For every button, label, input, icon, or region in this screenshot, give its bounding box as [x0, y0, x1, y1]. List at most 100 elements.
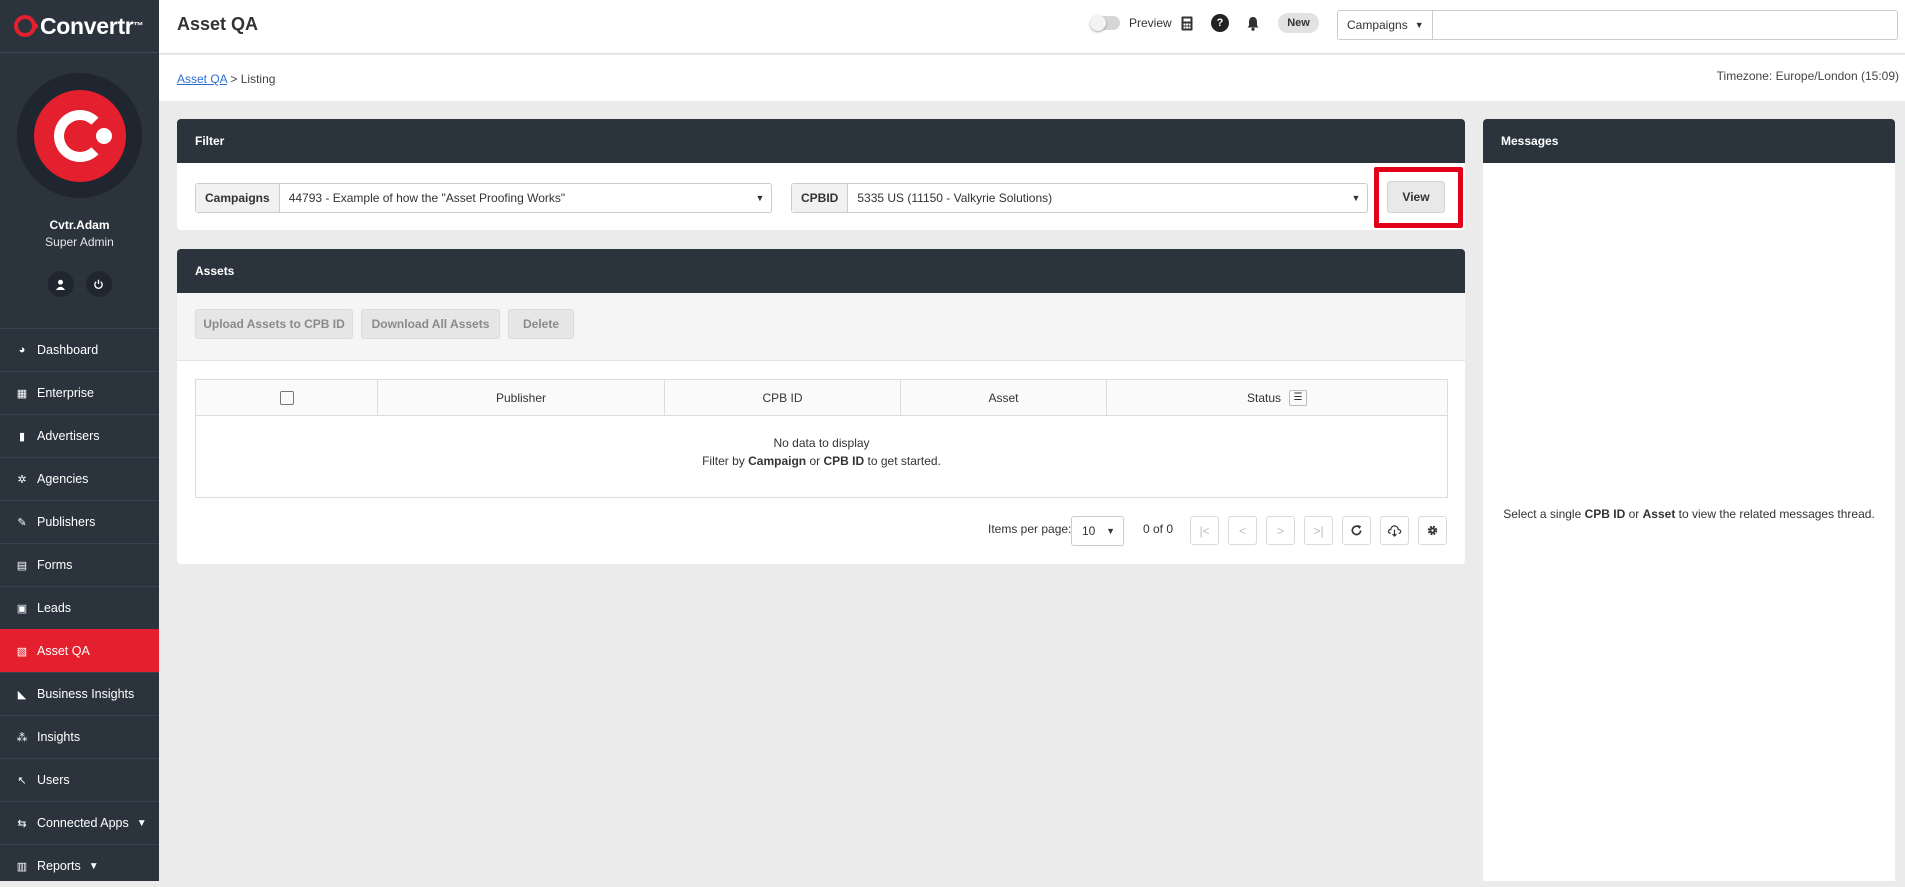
sidebar-item-business-insights[interactable]: ◣ Business Insights [0, 672, 159, 715]
assets-panel: Assets Upload Assets to CPB ID Download … [177, 249, 1465, 564]
view-button[interactable]: View [1387, 181, 1445, 213]
sidebar-item-label: Users [37, 773, 70, 787]
leads-icon: ▣ [16, 602, 28, 615]
sidebar-item-users[interactable]: ↖ Users [0, 758, 159, 801]
building-icon: ▦ [16, 387, 28, 400]
cpbid-select-label: CPBID [792, 184, 849, 212]
breadcrumb-current: Listing [240, 72, 276, 86]
messages-hint-prefix: Select a single [1503, 507, 1582, 521]
sidebar-item-enterprise[interactable]: ▦ Enterprise [0, 371, 159, 414]
settings-button[interactable] [1418, 516, 1447, 545]
sidebar-item-agencies[interactable]: ✲ Agencies [0, 457, 159, 500]
sidebar-item-label: Enterprise [37, 386, 94, 400]
help-icon[interactable]: ? [1211, 14, 1229, 32]
messages-panel: Messages Select a single CPB ID or Asset… [1483, 119, 1895, 881]
caret-down-icon: ▼ [1351, 193, 1361, 203]
cpbid-select[interactable]: CPBID 5335 US (11150 - Valkyrie Solution… [791, 183, 1368, 213]
calculator-button[interactable] [1178, 14, 1196, 32]
sidebar-item-leads[interactable]: ▣ Leads [0, 586, 159, 629]
sidebar-divider [0, 52, 159, 53]
page-range: 0 of 0 [1143, 522, 1174, 536]
chevron-down-icon: ▼ [136, 817, 147, 829]
last-page-icon: >| [1313, 523, 1324, 538]
convertr-logo[interactable]: Convertr ™ [0, 0, 159, 52]
sidebar-item-label: Business Insights [37, 687, 135, 701]
messages-panel-title: Messages [1483, 119, 1895, 163]
column-header-asset[interactable]: Asset [901, 380, 1107, 415]
first-page-icon: |< [1199, 523, 1210, 538]
notifications-button[interactable] [1244, 14, 1262, 32]
breadcrumb-bar: Asset QA > Listing Timezone: Europe/Lond… [159, 55, 1905, 101]
search-scope-select[interactable]: Campaigns ▼ [1337, 10, 1432, 40]
calculator-icon [1181, 16, 1193, 30]
sidebar-item-label: Insights [37, 730, 81, 744]
previous-page-button[interactable]: < [1228, 516, 1257, 545]
logo-tm: ™ [133, 20, 144, 32]
sidebar-item-connected-apps[interactable]: ⇆ Connected Apps ▼ [0, 801, 159, 844]
user-name: Cvtr.Adam [49, 218, 110, 232]
sidebar-item-publishers[interactable]: ✎ Publishers [0, 500, 159, 543]
assets-panel-title: Assets [177, 249, 1465, 293]
chevron-down-icon: ▼ [88, 860, 99, 872]
gear-icon [1427, 525, 1438, 536]
cpbid-select-value: 5335 US (11150 - Valkyrie Solutions) [857, 191, 1053, 205]
chevron-left-icon: < [1238, 523, 1246, 538]
new-badge[interactable]: New [1278, 13, 1319, 33]
breadcrumb-separator: > [230, 72, 238, 86]
refresh-icon [1351, 524, 1362, 536]
sidebar-item-label: Forms [37, 558, 73, 572]
empty-hint-suffix: to get started. [867, 454, 941, 468]
chart-icon: ◣ [17, 688, 27, 701]
sidebar-item-dashboard[interactable]: ◕ Dashboard [0, 328, 159, 371]
sidebar-item-asset-qa[interactable]: ▧ Asset QA [0, 629, 159, 672]
column-header-status[interactable]: Status ☰ [1107, 380, 1447, 415]
column-header-publisher[interactable]: Publisher [378, 380, 665, 415]
first-page-button[interactable]: |< [1190, 516, 1219, 545]
select-all-checkbox[interactable] [279, 390, 294, 405]
campaigns-select[interactable]: Campaigns 44793 - Example of how the "As… [195, 183, 772, 213]
forms-icon: ▤ [16, 559, 28, 572]
empty-state-hint: Filter by Campaign or CPB ID to get star… [196, 454, 1447, 468]
users-icon: ↖ [17, 774, 27, 787]
upload-assets-button[interactable]: Upload Assets to CPB ID [195, 309, 353, 339]
items-per-page-label: Items per page: [988, 522, 1072, 536]
profile-button[interactable] [47, 271, 74, 297]
filter-icon[interactable]: ☰ [1289, 389, 1308, 406]
last-page-button[interactable]: >| [1304, 516, 1333, 545]
user-role: Super Admin [45, 235, 114, 249]
bell-icon [1247, 16, 1259, 31]
logout-button[interactable] [85, 271, 112, 297]
sidebar: Convertr ™ Cvtr.Adam Super Admin ◕ Dashboa… [0, 0, 159, 881]
items-per-page-select[interactable]: 10 ▼ [1071, 516, 1124, 546]
sidebar-item-label: Leads [37, 601, 72, 615]
reports-icon: ▥ [16, 860, 28, 873]
sidebar-item-insights[interactable]: ⁂ Insights [0, 715, 159, 758]
assets-toolbar: Upload Assets to CPB ID Download All Ass… [177, 293, 1465, 361]
breadcrumb-asset-qa-link[interactable]: Asset QA [177, 72, 227, 86]
top-header: Asset QA Preview ? New Campaigns ▼ [159, 0, 1905, 54]
messages-hint-suffix: to view the related messages thread. [1678, 507, 1875, 521]
sidebar-item-forms[interactable]: ▤ Forms [0, 543, 159, 586]
next-page-button[interactable]: > [1266, 516, 1295, 545]
empty-hint-campaign: Campaign [748, 454, 807, 468]
empty-hint-cpbid: CPB ID [823, 454, 865, 468]
caret-down-icon: ▼ [1106, 526, 1115, 536]
user-actions [0, 271, 159, 297]
campaigns-select-value: 44793 - Example of how the "Asset Proofi… [288, 191, 566, 205]
filter-panel-title: Filter [177, 119, 1465, 163]
advertisers-icon: ▮ [18, 430, 26, 443]
refresh-button[interactable] [1342, 516, 1371, 545]
sidebar-item-advertisers[interactable]: ▮ Advertisers [0, 414, 159, 457]
preview-toggle[interactable] [1090, 15, 1120, 31]
empty-state-title: No data to display [773, 436, 870, 450]
column-header-cpb-id[interactable]: CPB ID [665, 380, 901, 415]
assets-table: Publisher CPB ID Asset Status ☰ No data … [195, 379, 1448, 498]
assets-table-header: Publisher CPB ID Asset Status ☰ [196, 380, 1447, 416]
pagination: Items per page: 10 ▼ 0 of 0 |< < > >| [177, 514, 1465, 546]
preview-label: Preview [1129, 16, 1172, 30]
search-input[interactable] [1432, 10, 1898, 40]
delete-button[interactable]: Delete [508, 309, 574, 339]
breadcrumb: Asset QA > Listing [177, 72, 275, 86]
download-all-assets-button[interactable]: Download All Assets [361, 309, 500, 339]
download-button[interactable] [1380, 516, 1409, 545]
